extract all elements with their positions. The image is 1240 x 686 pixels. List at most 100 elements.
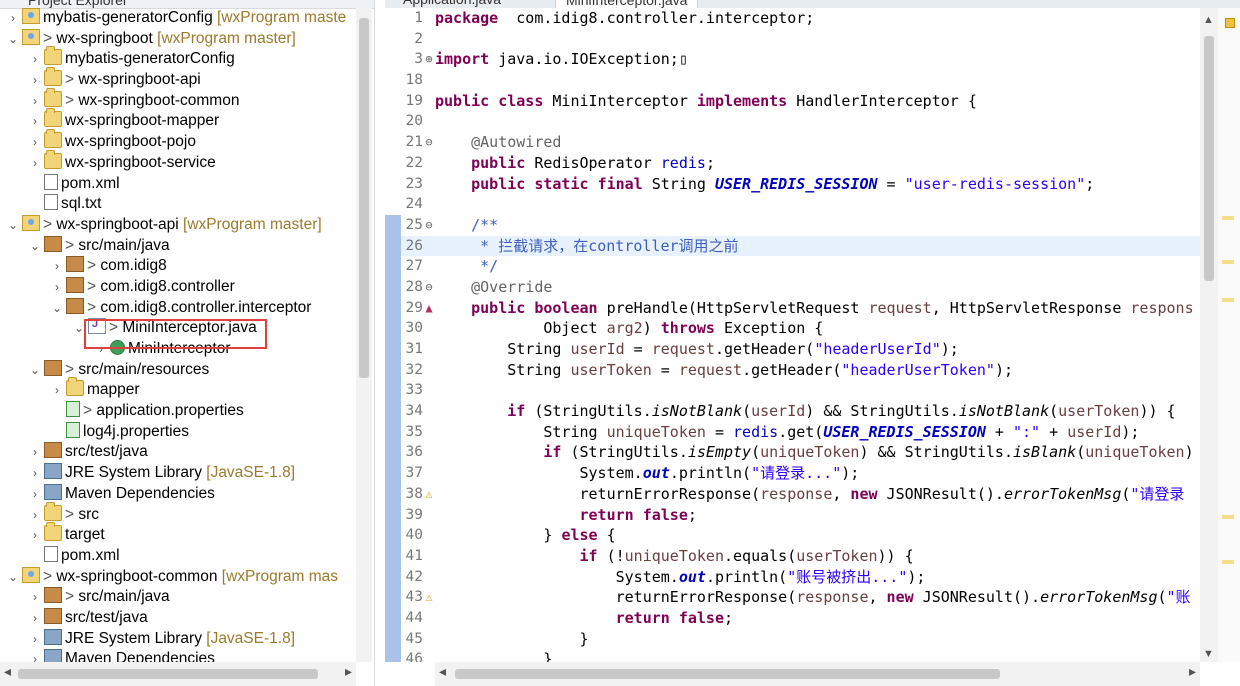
tree-item[interactable]: > application.properties: [0, 401, 356, 422]
editor-horizontal-scrollbar[interactable]: ◂ ▸: [435, 662, 1200, 686]
code-line[interactable]: 21 ⊖ @Autowired: [385, 132, 1200, 153]
code-line[interactable]: 27 */: [385, 256, 1200, 277]
tree-item[interactable]: › > com.idig8: [0, 256, 356, 277]
chevron-right-icon[interactable]: ›: [28, 649, 42, 662]
warning-summary-icon[interactable]: [1225, 18, 1235, 28]
chevron-down-icon[interactable]: ⌄: [50, 298, 64, 319]
tree-item[interactable]: sql.txt: [0, 194, 356, 215]
chevron-right-icon[interactable]: ›: [94, 339, 108, 360]
tree-item[interactable]: › MiniInterceptor: [0, 339, 356, 360]
tree-item[interactable]: ⌄ > src/main/resources: [0, 359, 356, 381]
chevron-right-icon[interactable]: ›: [28, 484, 42, 505]
tree-item[interactable]: › src/test/java: [0, 607, 356, 629]
chevron-right-icon[interactable]: ›: [28, 153, 42, 174]
chevron-right-icon[interactable]: ›: [28, 463, 42, 484]
warning-icon[interactable]: ⚠: [423, 587, 435, 608]
code-line[interactable]: 40 } else {: [385, 525, 1200, 546]
overview-marker[interactable]: [1222, 298, 1234, 302]
code-line[interactable]: 30 Object arg2) throws Exception {: [385, 318, 1200, 339]
chevron-right-icon[interactable]: ›: [28, 587, 42, 608]
code-line[interactable]: 28 ⊖ @Override: [385, 276, 1200, 298]
chevron-right-icon[interactable]: ›: [28, 525, 42, 546]
code-line[interactable]: 44 return false;: [385, 607, 1200, 629]
tree-item[interactable]: › mybatis-generatorConfig [wxProgram mast…: [0, 8, 356, 29]
tree-item[interactable]: › Maven Dependencies: [0, 649, 356, 662]
chevron-down-icon[interactable]: ⌄: [6, 29, 20, 50]
scroll-right-arrow-icon[interactable]: ▸: [1189, 663, 1196, 680]
explorer-horizontal-scrollbar[interactable]: ◂ ▸: [0, 662, 356, 686]
code-line[interactable]: 33: [385, 380, 1200, 402]
scroll-left-arrow-icon[interactable]: ◂: [439, 663, 446, 680]
scroll-right-arrow-icon[interactable]: ▸: [345, 663, 352, 680]
chevron-right-icon[interactable]: ›: [28, 49, 42, 70]
code-line[interactable]: 29 ▲ public boolean preHandle(HttpServlet…: [385, 297, 1200, 319]
chevron-down-icon[interactable]: ⌄: [28, 360, 42, 381]
explorer-hscroll-thumb[interactable]: [18, 669, 318, 679]
editor-hscroll-thumb[interactable]: [455, 669, 1000, 679]
code-line[interactable]: 2: [385, 29, 1200, 50]
overview-marker[interactable]: [1222, 216, 1234, 220]
tree-item[interactable]: › > com.idig8.controller: [0, 276, 356, 298]
code-line[interactable]: 3 ⊕ import java.io.IOException;▯: [385, 49, 1200, 70]
tree-item[interactable]: › > src/main/java: [0, 587, 356, 608]
chevron-right-icon[interactable]: ›: [28, 70, 42, 91]
code-line[interactable]: 43 ⚠ returnErrorResponse(response, new JS…: [385, 587, 1200, 608]
tree-item[interactable]: › mapper: [0, 377, 356, 401]
chevron-right-icon[interactable]: ›: [28, 111, 42, 132]
code-line[interactable]: 37 System.out.println("请登录...");: [385, 463, 1200, 484]
warning-icon[interactable]: ⚠: [423, 484, 435, 505]
scroll-left-arrow-icon[interactable]: ◂: [4, 663, 11, 680]
tree-item[interactable]: ⌄ > wx-springboot-api [wxProgram master]: [0, 214, 356, 236]
editor-vscroll-thumb[interactable]: [1204, 36, 1214, 281]
override-icon[interactable]: ▲: [423, 298, 435, 319]
chevron-right-icon[interactable]: ›: [28, 505, 42, 526]
code-line[interactable]: 34 if (StringUtils.isNotBlank(userId) &&…: [385, 401, 1200, 422]
tree-item[interactable]: › JRE System Library [JavaSE-1.8]: [0, 628, 356, 650]
chevron-down-icon[interactable]: ⌄: [6, 567, 20, 588]
code-line[interactable]: 23 public static final String USER_REDIS…: [385, 174, 1200, 195]
code-line[interactable]: 26 * 拦截请求，在controller调用之前: [385, 235, 1200, 257]
fold-toggle-icon[interactable]: ⊖: [423, 215, 435, 236]
chevron-right-icon[interactable]: ›: [28, 91, 42, 112]
fold-toggle-icon[interactable]: ⊖: [423, 277, 435, 298]
code-line[interactable]: 22 public RedisOperator redis;: [385, 153, 1200, 174]
fold-toggle-icon[interactable]: ⊕: [423, 49, 435, 70]
overview-ruler[interactable]: [1218, 8, 1240, 662]
overview-marker[interactable]: [1222, 515, 1234, 519]
chevron-down-icon[interactable]: ⌄: [72, 318, 86, 339]
code-line[interactable]: 38 ⚠ returnErrorResponse(response, new JS…: [385, 483, 1200, 505]
code-line[interactable]: 32 String userToken = request.getHeader(…: [385, 359, 1200, 381]
editor-tab[interactable]: Application.java: [393, 0, 511, 8]
chevron-right-icon[interactable]: ›: [28, 132, 42, 153]
code-line[interactable]: 36 if (StringUtils.isEmpty(uniqueToken) …: [385, 442, 1200, 464]
tree-item[interactable]: ⌄ > com.idig8.controller.interceptor: [0, 297, 356, 319]
code-line[interactable]: 39 return false;: [385, 504, 1200, 526]
code-line[interactable]: 41 if (!uniqueToken.equals(userToken)) {: [385, 545, 1200, 567]
editor-vertical-scrollbar[interactable]: ▲ ▼: [1200, 8, 1218, 662]
code-line[interactable]: 46 }: [385, 649, 1200, 662]
overview-marker[interactable]: [1222, 560, 1234, 564]
tree-item[interactable]: › wx-springboot-service: [0, 149, 356, 174]
chevron-right-icon[interactable]: ›: [50, 380, 64, 401]
code-line[interactable]: 35 String uniqueToken = redis.get(USER_R…: [385, 421, 1200, 443]
tree-item[interactable]: log4j.properties: [0, 421, 356, 443]
tree-item[interactable]: ⌄ > src/main/java: [0, 235, 356, 257]
scroll-down-arrow-icon[interactable]: ▼: [1203, 648, 1214, 660]
overview-marker[interactable]: [1222, 260, 1234, 264]
explorer-vscroll-thumb[interactable]: [359, 18, 369, 378]
tree-item[interactable]: ⌄ > MiniInterceptor.java: [0, 314, 356, 339]
chevron-right-icon[interactable]: ›: [28, 608, 42, 629]
chevron-down-icon[interactable]: ⌄: [28, 236, 42, 257]
tree-item[interactable]: pom.xml: [0, 173, 356, 195]
tree-item[interactable]: pom.xml: [0, 545, 356, 567]
code-line[interactable]: 31 String userId = request.getHeader("he…: [385, 339, 1200, 360]
code-line[interactable]: 25 ⊖ /**: [385, 214, 1200, 236]
tree-item[interactable]: › src/test/java: [0, 442, 356, 463]
chevron-right-icon[interactable]: ›: [50, 277, 64, 298]
chevron-down-icon[interactable]: ⌄: [6, 215, 20, 236]
fold-toggle-icon[interactable]: ⊖: [423, 132, 435, 153]
code-line[interactable]: 24: [385, 194, 1200, 215]
chevron-right-icon[interactable]: ›: [28, 442, 42, 463]
scroll-up-arrow-icon[interactable]: ▲: [1203, 14, 1214, 26]
editor-tab[interactable]: MiniInterceptor.java: [555, 0, 699, 8]
